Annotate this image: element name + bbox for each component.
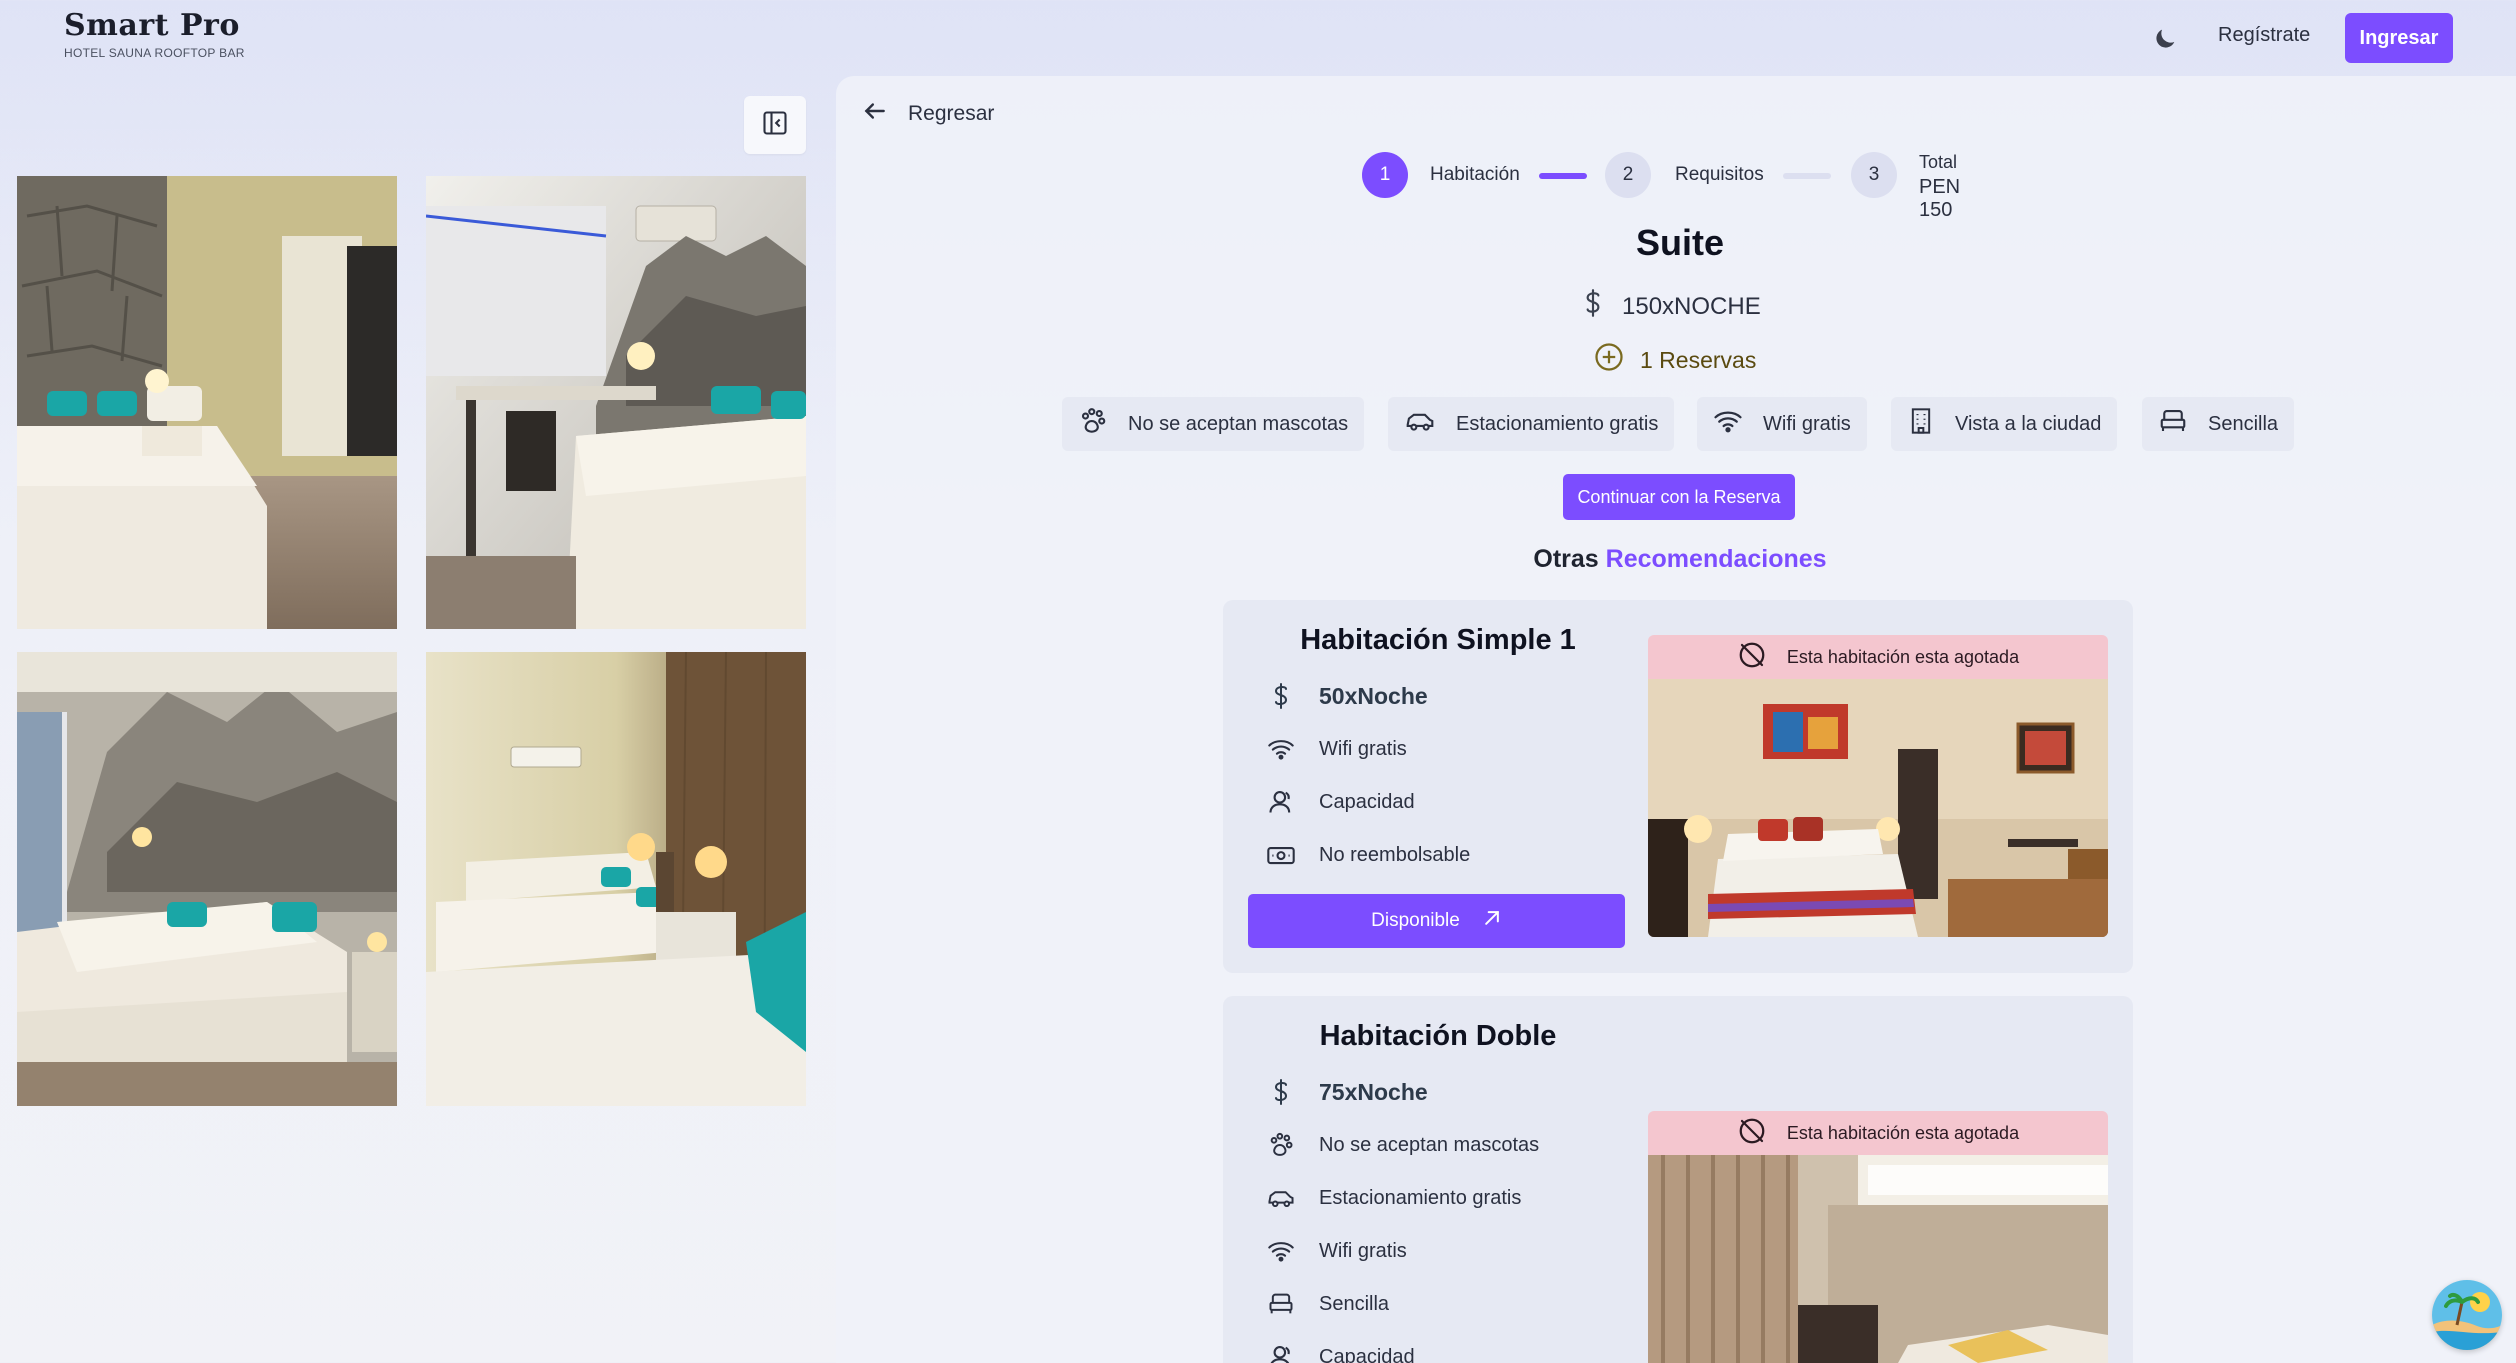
card-feature-label: Capacidad <box>1319 1345 1415 1363</box>
card-feature: Sencilla <box>1265 1288 1389 1320</box>
back-button[interactable]: Regresar <box>862 98 994 129</box>
step-3-total: PEN 150 <box>1919 176 1961 221</box>
reservations-count: 1 Reservas <box>1594 342 1756 378</box>
register-link[interactable]: Regístrate <box>2218 24 2310 47</box>
login-button[interactable]: Ingresar <box>2345 13 2453 63</box>
amenity-label: Wifi gratis <box>1763 412 1851 435</box>
card-room-image[interactable] <box>1648 1155 2108 1363</box>
user-icon <box>1265 786 1297 818</box>
brand-logo[interactable]: Smart Pro HOTEL SAUNA ROOFTOP BAR <box>64 8 245 60</box>
card-title: Habitación Simple 1 <box>1300 624 1576 656</box>
soldout-banner: Esta habitación esta agotada <box>1648 1111 2108 1155</box>
available-button-label: Disponible <box>1371 910 1460 931</box>
arrow-left-icon <box>862 98 888 129</box>
soldout-label: Esta habitación esta agotada <box>1786 646 2020 667</box>
back-label: Regresar <box>908 101 995 125</box>
card-room-image[interactable] <box>1648 679 2108 937</box>
bed-icon <box>1265 1288 1297 1320</box>
brand-name: Smart Pro <box>64 8 240 43</box>
wifi-icon <box>1265 733 1297 765</box>
step-3-label: Total <box>1919 152 1958 172</box>
card-feature: Capacidad <box>1265 786 1415 818</box>
dollar-icon <box>1265 1076 1297 1108</box>
amenity-chip: Estacionamiento gratis <box>1388 397 1675 451</box>
sidebar-collapse-icon <box>761 109 789 142</box>
card-feature: Wifi gratis <box>1265 733 1407 765</box>
dollar-icon <box>1265 680 1297 712</box>
card-feature: No se aceptan mascotas <box>1265 1129 1539 1161</box>
room-photo-2[interactable] <box>426 176 806 629</box>
recommendation-card: Habitación Doble 75xNoche No se aceptan … <box>1223 996 2133 1363</box>
dollar-icon <box>1580 288 1606 325</box>
card-feature: Capacidad <box>1265 1341 1415 1363</box>
recommendation-card: Habitación Simple 1 50xNoche Wifi gratis… <box>1223 600 2133 973</box>
amenity-chip: Wifi gratis <box>1697 397 1867 451</box>
room-price: 150xNOCHE <box>1580 288 1761 325</box>
amenity-chip: Sencilla <box>2142 397 2295 451</box>
available-button[interactable]: Disponible <box>1248 894 1625 948</box>
card-feature: Estacionamiento gratis <box>1265 1182 1521 1214</box>
room-photo-4[interactable] <box>426 652 806 1106</box>
card-feature-label: Sencilla <box>1319 1292 1390 1315</box>
chat-assistant-button[interactable] <box>2432 1280 2502 1350</box>
room-photo-1[interactable] <box>17 176 397 629</box>
step-1-label: Habitación <box>1430 164 1520 185</box>
step-2-connector <box>1783 173 1831 179</box>
card-feature-label: Capacidad <box>1319 790 1415 813</box>
brand-subtitle: HOTEL SAUNA ROOFTOP BAR <box>64 46 245 60</box>
recommendations-heading-accent: Recomendaciones <box>1605 545 1827 573</box>
wifi-icon <box>1265 1235 1297 1267</box>
room-photo-3[interactable] <box>17 652 397 1106</box>
car-icon <box>1404 406 1436 442</box>
room-title: Suite <box>1635 222 1724 263</box>
room-price-value: 150xNOCHE <box>1622 292 1761 320</box>
unavailable-icon <box>1737 1116 1767 1151</box>
soldout-banner: Esta habitación esta agotada <box>1648 635 2108 679</box>
arrow-up-right-icon <box>1482 908 1502 934</box>
moon-icon[interactable] <box>2148 22 2182 56</box>
collapse-panel-button[interactable] <box>744 96 806 154</box>
card-feature-label: Estacionamiento gratis <box>1319 1186 1522 1209</box>
paw-icon <box>1078 406 1108 442</box>
wifi-icon <box>1713 406 1743 442</box>
step-1-connector <box>1539 173 1587 179</box>
recommendations-heading: Otras Recomendaciones <box>1480 545 1880 574</box>
continue-reservation-button[interactable]: Continuar con la Reserva <box>1563 474 1795 520</box>
card-feature-label: No se aceptan mascotas <box>1319 1133 1540 1156</box>
step-2-label: Requisitos <box>1675 164 1764 185</box>
card-feature: No reembolsable <box>1265 839 1470 871</box>
step-2-circle[interactable]: 2 <box>1605 152 1651 198</box>
card-price: 75xNoche <box>1265 1076 1428 1108</box>
card-feature-label: Wifi gratis <box>1319 737 1407 760</box>
amenity-label: Vista a la ciudad <box>1955 412 2102 435</box>
bed-icon <box>2158 406 2188 442</box>
user-icon <box>1265 1341 1297 1363</box>
car-icon <box>1265 1182 1297 1214</box>
amenity-label: Sencilla <box>2208 412 2279 435</box>
soldout-label: Esta habitación esta agotada <box>1786 1122 2020 1143</box>
reservations-label: 1 Reservas <box>1640 346 1757 373</box>
step-3-circle[interactable]: 3 <box>1851 152 1897 198</box>
plus-circle-icon <box>1594 342 1624 378</box>
card-title: Habitación Doble <box>1319 1020 1557 1052</box>
step-1-circle[interactable]: 1 <box>1362 152 1408 198</box>
card-price-value: 75xNoche <box>1319 1078 1428 1105</box>
card-feature: Wifi gratis <box>1265 1235 1407 1267</box>
amenity-label: No se aceptan mascotas <box>1128 412 1349 435</box>
top-header: Smart Pro HOTEL SAUNA ROOFTOP BAR Regíst… <box>0 0 2516 76</box>
card-feature-label: Wifi gratis <box>1319 1239 1407 1262</box>
unavailable-icon <box>1737 640 1767 675</box>
card-price-value: 50xNoche <box>1319 682 1428 709</box>
paw-icon <box>1265 1129 1297 1161</box>
amenity-chip: Vista a la ciudad <box>1891 397 2118 451</box>
recommendations-heading-prefix: Otras <box>1533 545 1599 573</box>
cash-icon <box>1265 839 1297 871</box>
building-icon <box>1907 406 1935 442</box>
card-feature-label: No reembolsable <box>1319 843 1471 866</box>
card-price: 50xNoche <box>1265 680 1428 712</box>
amenity-chip: No se aceptan mascotas <box>1062 397 1365 451</box>
amenity-label: Estacionamiento gratis <box>1456 412 1659 435</box>
